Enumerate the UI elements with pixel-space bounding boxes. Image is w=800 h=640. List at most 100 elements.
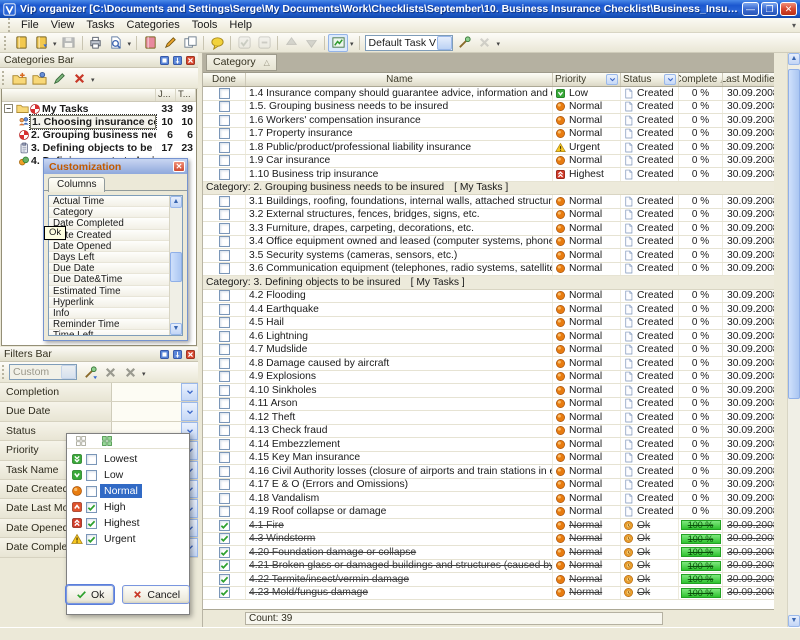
done-checkbox[interactable] <box>219 304 230 315</box>
task-view-combo[interactable]: Default Task V <box>365 35 453 51</box>
delete-category-button[interactable] <box>69 69 89 87</box>
customization-column-item[interactable]: Reminder Time <box>49 319 169 330</box>
check-none-button[interactable] <box>73 434 89 448</box>
done-checkbox[interactable] <box>219 452 230 463</box>
customization-column-item[interactable]: Days Left <box>49 252 169 263</box>
table-row[interactable]: 4.15 Key Man insuranceNormalCreated0 %30… <box>203 452 774 466</box>
column-header-done[interactable]: Done <box>203 73 246 86</box>
table-row[interactable]: 1.8 Public/product/professional liabilit… <box>203 141 774 155</box>
done-checkbox[interactable] <box>219 493 230 504</box>
table-row[interactable]: 3.4 Office equipment owned and leased (c… <box>203 236 774 250</box>
scroll-track[interactable] <box>170 208 182 323</box>
checkbox-checked[interactable] <box>86 502 97 513</box>
checkbox-checked[interactable] <box>86 534 97 545</box>
table-row[interactable]: 4.10 SinkholesNormalCreated0 %30.09.2008… <box>203 384 774 398</box>
restore-button[interactable]: ❐ <box>761 2 778 16</box>
group-by-category-box[interactable]: Category △ <box>206 54 277 71</box>
done-checkbox[interactable] <box>219 398 230 409</box>
priority-option-highest[interactable]: Highest <box>67 515 189 531</box>
table-row[interactable]: 4.1 FireNormalOk100 %30.09.2008 17:38 <box>203 519 774 533</box>
filter-dropdown-button[interactable] <box>181 402 198 420</box>
column-header-status[interactable]: Status <box>621 73 679 86</box>
table-row[interactable]: 1.10 Business trip insuranceHighestCreat… <box>203 168 774 182</box>
priority-option-lowest[interactable]: Lowest <box>67 451 189 467</box>
column-header-name[interactable]: Name <box>246 73 553 86</box>
table-row[interactable]: 3.3 Furniture, drapes, carpeting, decora… <box>203 222 774 236</box>
table-row[interactable]: 4.4 EarthquakeNormalCreated0 %30.09.2008… <box>203 303 774 317</box>
done-checkbox[interactable] <box>219 142 230 153</box>
add-category-button[interactable] <box>9 69 29 87</box>
category-tree-item[interactable]: 2. Grouping business needs to be in:66 <box>2 128 196 141</box>
table-row[interactable]: 4.22 Termite/insect/vermin damageNormalO… <box>203 573 774 587</box>
table-row[interactable]: 3.5 Security systems (cameras, sensors, … <box>203 249 774 263</box>
done-checkbox[interactable] <box>219 439 230 450</box>
customization-column-item[interactable]: Due Date&Time <box>49 274 169 285</box>
category-properties-button[interactable] <box>29 69 49 87</box>
customization-column-item[interactable]: Time Left <box>49 330 169 335</box>
done-checkbox[interactable] <box>219 371 230 382</box>
category-group-row[interactable]: Category: 3. Defining objects to be insu… <box>203 276 774 290</box>
customization-column-item[interactable]: Actual Time <box>49 196 169 207</box>
column-header-modified[interactable]: ate Last Modified <box>723 73 774 86</box>
grid-scroll-track[interactable] <box>788 65 800 615</box>
tree-collapse-icon[interactable]: − <box>4 104 13 113</box>
clear-filter-button[interactable] <box>100 363 120 381</box>
checkbox-unchecked[interactable] <box>86 486 97 497</box>
category-tree-item[interactable]: 1. Choosing insurance company1010 <box>2 115 196 128</box>
table-row[interactable]: 4.11 ArsonNormalCreated0 %30.09.2008 17:… <box>203 398 774 412</box>
tab-columns[interactable]: Columns <box>48 177 105 192</box>
table-row[interactable]: 4.6 LightningNormalCreated0 %30.09.2008 … <box>203 330 774 344</box>
done-checkbox[interactable] <box>219 209 230 220</box>
done-checkbox[interactable] <box>219 115 230 126</box>
table-row[interactable]: 4.12 TheftNormalCreated0 %30.09.2008 17:… <box>203 411 774 425</box>
table-row[interactable]: 4.20 Foundation damage or collapseNormal… <box>203 546 774 560</box>
priority-option-urgent[interactable]: Urgent <box>67 531 189 547</box>
done-checkbox[interactable] <box>219 479 230 490</box>
filter-value[interactable] <box>112 383 181 401</box>
done-checkbox[interactable] <box>219 317 230 328</box>
menu-item-view[interactable]: View <box>45 18 81 32</box>
toolbar-caret-icon[interactable]: ▾ <box>495 38 503 52</box>
category-group-row[interactable]: Category: 2. Grouping business needs to … <box>203 182 774 196</box>
tree-col-t[interactable]: T... <box>176 89 196 101</box>
category-tree-item[interactable]: 3. Defining objects to be insured1723 <box>2 142 196 155</box>
combo-dropdown-icon[interactable] <box>437 36 452 50</box>
ok-button[interactable]: Ok <box>66 585 114 604</box>
done-checkbox[interactable] <box>219 196 230 207</box>
done-checkbox[interactable] <box>219 236 230 247</box>
table-row[interactable]: 3.6 Communication equipment (telephones,… <box>203 263 774 277</box>
table-row[interactable]: 4.7 MudslideNormalCreated0 %30.09.2008 1… <box>203 344 774 358</box>
customization-column-item[interactable]: Date Completed <box>49 218 169 229</box>
table-row[interactable]: 1.7 Property insuranceNormalCreated0 %30… <box>203 128 774 142</box>
done-checkbox[interactable] <box>219 506 230 517</box>
customization-titlebar[interactable]: Customization ✕ <box>44 159 187 174</box>
table-row[interactable]: 4.13 Check fraudNormalCreated0 %30.09.20… <box>203 425 774 439</box>
checkbox-unchecked[interactable] <box>86 454 97 465</box>
table-row[interactable]: 4.9 ExplosionsNormalCreated0 %30.09.2008… <box>203 371 774 385</box>
table-row[interactable]: 4.18 VandalismNormalCreated0 %30.09.2008… <box>203 492 774 506</box>
done-checkbox[interactable] <box>219 250 230 261</box>
done-checkbox[interactable] <box>219 128 230 139</box>
categories-toolbar-caret-icon[interactable]: ▾ <box>89 74 97 88</box>
table-row[interactable]: 3.1 Buildings, roofing, foundations, int… <box>203 195 774 209</box>
toolbar-caret-icon[interactable]: ▾ <box>51 38 59 52</box>
grid-scroll-up-icon[interactable]: ▲ <box>788 53 800 65</box>
menu-overflow-caret-icon[interactable]: ▾ <box>792 21 796 30</box>
database-new-button[interactable] <box>11 34 31 52</box>
close-button[interactable] <box>184 55 196 66</box>
minimize-panel-button[interactable] <box>158 349 170 360</box>
table-row[interactable]: 1.6 Workers' compensation insuranceNorma… <box>203 114 774 128</box>
customization-column-item[interactable]: Date Opened <box>49 241 169 252</box>
done-checkbox[interactable] <box>219 358 230 369</box>
checkbox-unchecked[interactable] <box>86 470 97 481</box>
done-checkbox-checked[interactable] <box>219 587 230 598</box>
customization-scrollbar[interactable]: ▲ ▼ <box>169 196 182 335</box>
filter-dropdown-button[interactable] <box>181 383 198 401</box>
customization-column-item[interactable]: Date Created <box>49 230 169 241</box>
done-checkbox[interactable] <box>219 425 230 436</box>
priority-option-low[interactable]: Low <box>67 467 189 483</box>
done-checkbox[interactable] <box>219 344 230 355</box>
filters-toolbar-caret-icon[interactable]: ▾ <box>140 368 148 382</box>
pin-button[interactable] <box>171 55 183 66</box>
table-row[interactable]: 4.3 WindstormNormalOk100 %30.09.2008 17:… <box>203 533 774 547</box>
